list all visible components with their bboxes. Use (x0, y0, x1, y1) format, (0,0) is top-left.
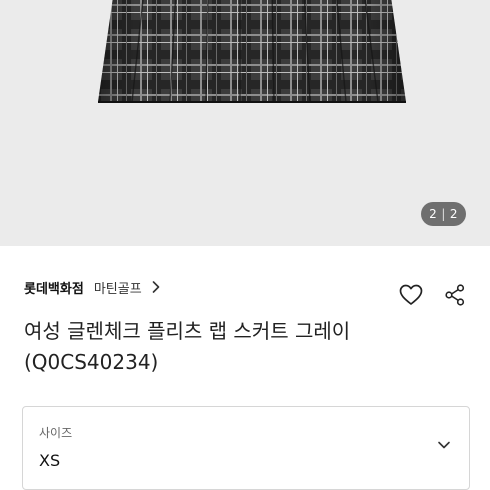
brand-link[interactable]: 마틴골프 (94, 278, 142, 297)
product-actions (398, 282, 468, 308)
size-select-value: XS (39, 451, 61, 470)
product-image (98, 0, 406, 103)
image-counter-total: 2 (449, 207, 458, 221)
chevron-right-icon[interactable] (151, 281, 161, 293)
chevron-down-icon (438, 441, 450, 449)
wishlist-button[interactable] (398, 282, 424, 308)
size-select[interactable]: 사이즈 XS (22, 406, 470, 490)
image-counter: 2 | 2 (421, 202, 466, 226)
heart-icon (399, 284, 423, 305)
product-title: 여성 글렌체크 플리츠 랩 스커트 그레이 (Q0CS40234) (24, 319, 351, 374)
image-counter-divider: | (441, 207, 446, 221)
image-counter-current: 2 (429, 207, 438, 221)
share-icon (445, 284, 465, 306)
share-button[interactable] (442, 282, 468, 308)
product-image-gallery[interactable]: 2 | 2 (0, 0, 490, 246)
store-name[interactable]: 롯데백화점 (24, 278, 84, 297)
size-select-label: 사이즈 (39, 426, 73, 440)
